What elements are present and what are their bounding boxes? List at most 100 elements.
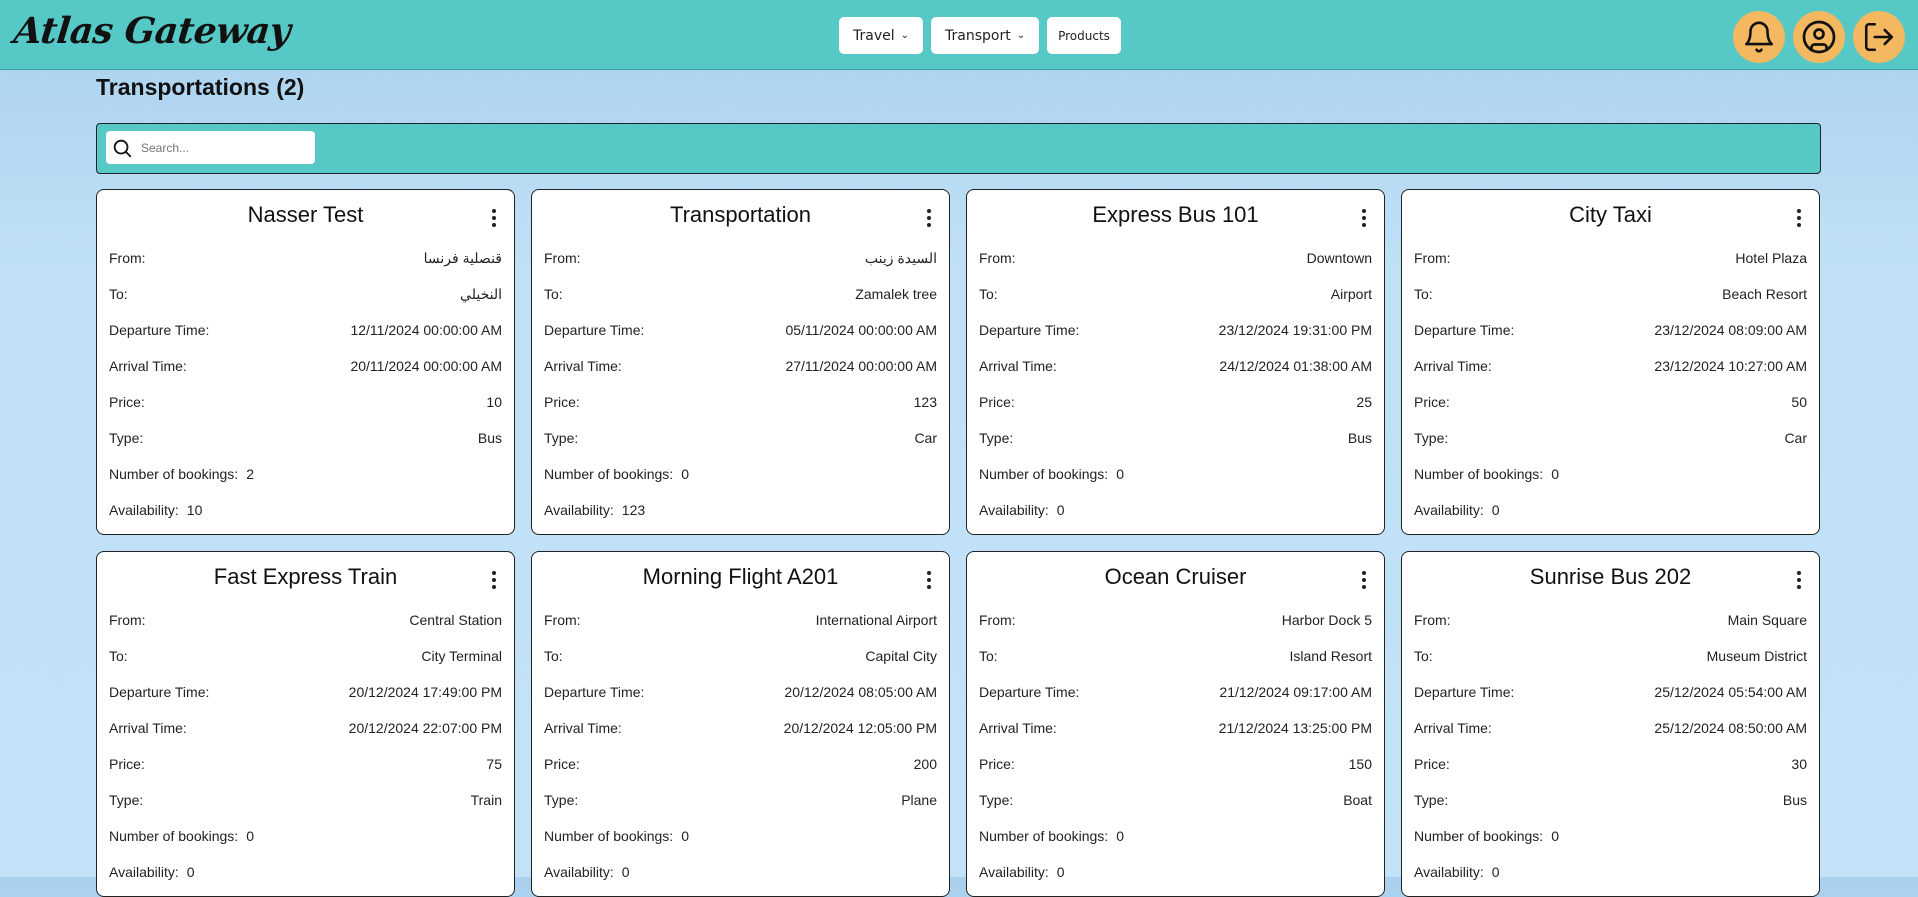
transportation-card[interactable]: Nasser Test From: قنصلية فرنسا To: النخي… (96, 189, 515, 535)
more-vertical-icon[interactable] (484, 568, 504, 592)
nav-transport-dropdown[interactable]: Transport ⌄ (931, 17, 1040, 54)
chevron-down-icon: ⌄ (900, 30, 910, 41)
logout-button[interactable] (1853, 11, 1905, 63)
row-availability: Availability: 0 (109, 864, 502, 880)
top-navbar: Atlas Gateway Travel ⌄ Transport ⌄ Produ… (0, 0, 1918, 70)
row-arrival: Arrival Time: 21/12/2024 13:25:00 PM (979, 720, 1372, 736)
more-vertical-icon[interactable] (1789, 568, 1809, 592)
bookings-value: 0 (681, 466, 689, 482)
from-value: Downtown (1306, 250, 1372, 266)
row-availability: Availability: 0 (979, 864, 1372, 880)
nav-travel-dropdown[interactable]: Travel ⌄ (839, 17, 924, 54)
availability-value: 10 (186, 502, 203, 518)
arrival-label: Arrival Time: (1414, 358, 1492, 374)
arrival-value: 20/12/2024 22:07:00 PM (348, 720, 502, 736)
row-arrival: Arrival Time: 27/11/2024 00:00:00 AM (544, 358, 937, 374)
bookings-label: Number of bookings: (1414, 466, 1544, 482)
row-from: From: Harbor Dock 5 (979, 612, 1372, 628)
row-arrival: Arrival Time: 20/12/2024 12:05:00 PM (544, 720, 937, 736)
availability-value: 0 (186, 864, 195, 880)
row-price: Price: 200 (544, 756, 937, 772)
arrival-label: Arrival Time: (1414, 720, 1492, 736)
from-label: From: (1414, 250, 1451, 266)
price-value: 50 (1791, 394, 1807, 410)
from-value: Harbor Dock 5 (1281, 612, 1372, 628)
price-value: 150 (1348, 756, 1372, 772)
type-value: Bus (477, 430, 502, 446)
arrival-label: Arrival Time: (544, 358, 622, 374)
row-availability: Availability: 0 (544, 864, 937, 880)
transportation-card[interactable]: Sunrise Bus 202 From: Main Square To: Mu… (1401, 551, 1820, 897)
transportation-card[interactable]: Fast Express Train From: Central Station… (96, 551, 515, 897)
type-label: Type: (979, 792, 1014, 808)
more-vertical-icon[interactable] (484, 206, 504, 230)
row-price: Price: 30 (1414, 756, 1807, 772)
availability-value: 123 (621, 502, 646, 518)
price-label: Price: (544, 394, 580, 410)
user-circle-icon (1802, 20, 1836, 54)
from-label: From: (544, 250, 581, 266)
type-value: Bus (1782, 792, 1807, 808)
bookings-label: Number of bookings: (979, 828, 1109, 844)
to-label: To: (109, 286, 128, 302)
availability-label: Availability: (544, 502, 614, 518)
arrival-label: Arrival Time: (979, 720, 1057, 736)
price-label: Price: (544, 756, 580, 772)
app-logo[interactable]: Atlas Gateway (12, 10, 292, 52)
price-value: 123 (913, 394, 937, 410)
departure-label: Departure Time: (544, 684, 645, 700)
availability-label: Availability: (1414, 864, 1484, 880)
row-arrival: Arrival Time: 20/12/2024 22:07:00 PM (109, 720, 502, 736)
arrival-value: 25/12/2024 08:50:00 AM (1654, 720, 1807, 736)
price-value: 30 (1791, 756, 1807, 772)
more-vertical-icon[interactable] (919, 206, 939, 230)
availability-label: Availability: (979, 502, 1049, 518)
card-title: Morning Flight A201 (642, 564, 839, 589)
row-arrival: Arrival Time: 20/11/2024 00:00:00 AM (109, 358, 502, 374)
row-departure: Departure Time: 20/12/2024 17:49:00 PM (109, 684, 502, 700)
type-value: Boat (1343, 792, 1372, 808)
nav-products-button[interactable]: Products (1047, 17, 1121, 54)
transportation-card[interactable]: Ocean Cruiser From: Harbor Dock 5 To: Is… (966, 551, 1385, 897)
transportation-card[interactable]: Morning Flight A201 From: International … (531, 551, 950, 897)
availability-label: Availability: (544, 864, 614, 880)
row-from: From: Central Station (109, 612, 502, 628)
departure-value: 20/12/2024 17:49:00 PM (348, 684, 502, 700)
availability-value: 0 (1056, 502, 1065, 518)
to-label: To: (979, 286, 998, 302)
more-vertical-icon[interactable] (919, 568, 939, 592)
profile-button[interactable] (1793, 11, 1845, 63)
search-bar (96, 123, 1821, 174)
card-title: Nasser Test (247, 202, 364, 227)
price-label: Price: (1414, 394, 1450, 410)
main-nav: Travel ⌄ Transport ⌄ Products (839, 17, 1121, 54)
notifications-button[interactable] (1733, 11, 1785, 63)
search-input[interactable] (139, 139, 313, 156)
row-type: Type: Car (544, 430, 937, 446)
row-type: Type: Boat (979, 792, 1372, 808)
arrival-value: 23/12/2024 10:27:00 AM (1654, 358, 1807, 374)
from-value: International Airport (815, 612, 937, 628)
row-price: Price: 123 (544, 394, 937, 410)
more-vertical-icon[interactable] (1354, 568, 1374, 592)
arrival-value: 20/12/2024 12:05:00 PM (783, 720, 937, 736)
more-vertical-icon[interactable] (1354, 206, 1374, 230)
type-label: Type: (544, 792, 579, 808)
bell-icon (1744, 21, 1774, 53)
bookings-value: 0 (1551, 828, 1559, 844)
more-vertical-icon[interactable] (1789, 206, 1809, 230)
price-value: 75 (486, 756, 502, 772)
row-type: Type: Train (109, 792, 502, 808)
transportation-card[interactable]: Transportation From: السيدة زينب To: Zam… (531, 189, 950, 535)
type-value: Bus (1347, 430, 1372, 446)
card-title: City Taxi (1569, 202, 1652, 227)
to-value: النخيلي (460, 286, 502, 302)
search-box[interactable] (106, 131, 315, 164)
from-label: From: (979, 250, 1016, 266)
card-title: Fast Express Train (213, 564, 398, 589)
transportation-card[interactable]: City Taxi From: Hotel Plaza To: Beach Re… (1401, 189, 1820, 535)
departure-value: 12/11/2024 00:00:00 AM (350, 322, 502, 338)
row-to: To: Zamalek tree (544, 286, 937, 302)
transportation-card[interactable]: Express Bus 101 From: Downtown To: Airpo… (966, 189, 1385, 535)
bookings-label: Number of bookings: (109, 828, 239, 844)
